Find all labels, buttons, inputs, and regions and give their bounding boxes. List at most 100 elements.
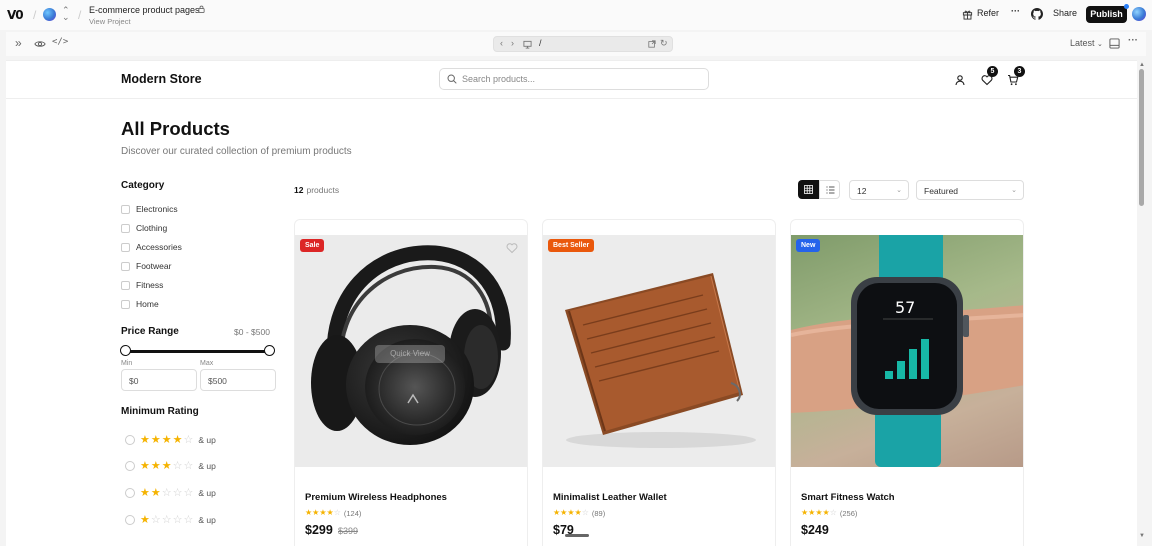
- star-filled-icon: ★: [822, 508, 830, 517]
- version-select[interactable]: Latest ⌄: [1070, 38, 1103, 48]
- monitor-icon[interactable]: [523, 40, 532, 49]
- price-slider-track[interactable]: [126, 350, 269, 353]
- list-view-button[interactable]: [819, 180, 840, 199]
- sale-tag: Sale: [300, 239, 325, 252]
- price-range-value: $0 - $500: [234, 327, 270, 337]
- radio[interactable]: [125, 488, 135, 498]
- store-brand[interactable]: Modern Store: [121, 72, 202, 86]
- user-icon[interactable]: [954, 74, 966, 86]
- minimum-rating-heading: Minimum Rating: [121, 406, 199, 417]
- category-option-electronics[interactable]: Electronics: [121, 203, 178, 215]
- product-card[interactable]: 57 New Smart Fitness Watch ★★★★☆ (256) $2…: [790, 219, 1024, 546]
- product-count: 12 products: [294, 185, 339, 195]
- page-title: All Products: [121, 118, 230, 139]
- category-option-home[interactable]: Home: [121, 298, 159, 310]
- url-path[interactable]: /: [539, 38, 542, 48]
- rating-option-3[interactable]: ★★★☆☆ & up: [125, 460, 216, 472]
- and-up-label: & up: [198, 515, 216, 525]
- rating-option-2[interactable]: ★★☆☆☆ & up: [125, 487, 216, 499]
- layout-icon[interactable]: [1109, 38, 1120, 49]
- star-empty-icon: ☆: [183, 513, 195, 526]
- per-page-select[interactable]: 12 ⌄: [849, 180, 909, 200]
- quick-view-button[interactable]: Quick View: [375, 345, 445, 363]
- rating-option-1[interactable]: ★☆☆☆☆ & up: [125, 514, 216, 526]
- product-image[interactable]: [543, 235, 775, 467]
- eye-icon[interactable]: [34, 39, 46, 49]
- star-rating: ★★★★☆: [801, 507, 837, 519]
- refer-button[interactable]: Refer: [977, 8, 999, 18]
- star-empty-icon: ☆: [172, 486, 184, 499]
- preview-frame: Modern Store Search products... 5 3 All …: [6, 60, 1146, 546]
- star-rating: ★★★★☆: [553, 507, 589, 519]
- rating-option-4[interactable]: ★★★★☆ & up: [125, 434, 216, 446]
- star-rating: ★★★☆☆: [140, 460, 194, 472]
- star-empty-icon: ☆: [183, 486, 195, 499]
- product-card[interactable]: Quick View Sale Premium Wireless Headpho…: [294, 219, 528, 546]
- star-empty-icon: ☆: [172, 513, 184, 526]
- category-option-fitness[interactable]: Fitness: [121, 279, 163, 291]
- star-empty-icon: ☆: [581, 508, 589, 517]
- expand-sidebar-icon[interactable]: »: [15, 36, 22, 50]
- price-slider-min-handle[interactable]: [120, 345, 131, 356]
- radio[interactable]: [125, 435, 135, 445]
- grid-view-button[interactable]: [798, 180, 819, 199]
- url-bar[interactable]: ‹ › / ↻: [493, 36, 673, 52]
- category-option-accessories[interactable]: Accessories: [121, 241, 182, 253]
- open-external-icon[interactable]: [648, 40, 656, 48]
- code-icon[interactable]: </>: [52, 37, 68, 47]
- back-icon[interactable]: ‹: [500, 38, 503, 48]
- v0-logo[interactable]: V0: [7, 8, 24, 22]
- star-filled-icon: ★: [815, 508, 823, 517]
- more-menu-button[interactable]: ···: [1011, 6, 1020, 16]
- sort-select[interactable]: Featured ⌄: [916, 180, 1024, 200]
- more-options-icon[interactable]: ···: [1128, 35, 1138, 46]
- refresh-icon[interactable]: ↻: [660, 38, 668, 49]
- radio[interactable]: [125, 515, 135, 525]
- product-count-number: 12: [294, 185, 304, 195]
- scrollbar-thumb[interactable]: [1139, 69, 1144, 206]
- product-name[interactable]: Minimalist Leather Wallet: [553, 492, 667, 503]
- github-icon[interactable]: [1031, 8, 1043, 20]
- checkbox[interactable]: [121, 204, 130, 214]
- search-placeholder: Search products...: [462, 74, 536, 84]
- project-avatar[interactable]: [43, 8, 56, 21]
- star-filled-icon: ★: [319, 508, 327, 517]
- checkbox[interactable]: [121, 242, 130, 252]
- category-label: Electronics: [136, 204, 178, 214]
- star-filled-icon: ★: [326, 508, 334, 517]
- star-filled-icon: ★: [140, 459, 151, 472]
- view-project-link[interactable]: View Project: [89, 17, 131, 26]
- share-button[interactable]: Share: [1053, 8, 1077, 18]
- star-filled-icon: ★: [140, 433, 151, 446]
- publish-button[interactable]: Publish: [1086, 6, 1127, 23]
- price-slider-max-handle[interactable]: [264, 345, 275, 356]
- checkbox[interactable]: [121, 299, 130, 309]
- product-name[interactable]: Smart Fitness Watch: [801, 492, 895, 503]
- search-input[interactable]: Search products...: [439, 68, 709, 90]
- star-empty-icon: ☆: [829, 508, 837, 517]
- max-price-input[interactable]: $500: [200, 369, 276, 391]
- scroll-up-arrow[interactable]: ▲: [1139, 62, 1145, 68]
- category-option-clothing[interactable]: Clothing: [121, 222, 167, 234]
- project-title[interactable]: E-commerce product pages: [89, 5, 200, 15]
- checkbox[interactable]: [121, 280, 130, 290]
- product-image[interactable]: 57: [791, 235, 1023, 467]
- forward-icon[interactable]: ›: [511, 38, 514, 48]
- star-empty-icon: ☆: [161, 486, 173, 499]
- scroll-down-arrow[interactable]: ▼: [1139, 533, 1145, 539]
- user-avatar[interactable]: [1132, 7, 1146, 21]
- checkbox[interactable]: [121, 261, 130, 271]
- checkbox[interactable]: [121, 223, 130, 233]
- chevron-updown-icon[interactable]: ⌃ ⌄: [62, 6, 70, 22]
- store-header: Modern Store Search products... 5 3: [6, 61, 1137, 99]
- product-card[interactable]: Best Seller Minimalist Leather Wallet ★★…: [542, 219, 776, 546]
- heart-icon[interactable]: [506, 242, 518, 254]
- drag-handle[interactable]: [565, 534, 589, 537]
- product-name[interactable]: Premium Wireless Headphones: [305, 492, 447, 503]
- category-label: Footwear: [136, 261, 172, 271]
- product-image[interactable]: Quick View: [295, 235, 527, 467]
- radio[interactable]: [125, 461, 135, 471]
- category-label: Clothing: [136, 223, 168, 233]
- min-price-input[interactable]: $0: [121, 369, 197, 391]
- category-option-footwear[interactable]: Footwear: [121, 260, 171, 272]
